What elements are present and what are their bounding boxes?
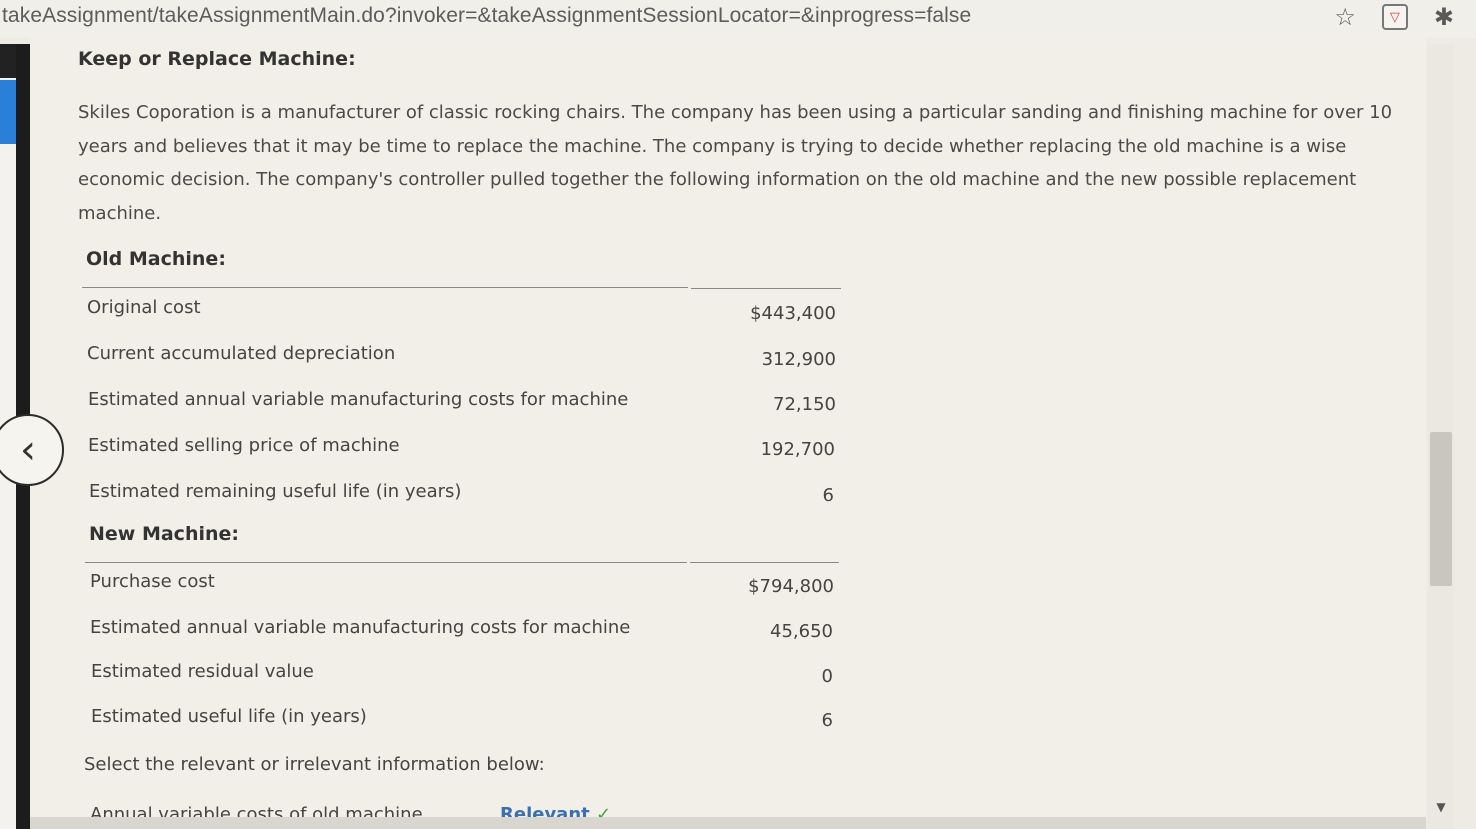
old-row-label: Original cost	[87, 297, 201, 318]
star-icon[interactable]: ☆	[1334, 4, 1356, 30]
old-row-label: Current accumulated depreciation	[87, 343, 396, 364]
browser-address-bar[interactable]: takeAssignment/takeAssignmentMain.do?inv…	[0, 0, 1476, 38]
old-row-label: Estimated remaining useful life (in year…	[89, 481, 462, 502]
extensions-icon[interactable]: ✱	[1434, 4, 1454, 30]
new-machine-title: New Machine:	[89, 523, 239, 545]
problem-description: Skiles Coporation is a manufacturer of c…	[78, 102, 1393, 224]
old-row-value: 72,150	[773, 394, 836, 415]
scroll-down-icon[interactable]: ▼	[1428, 800, 1454, 820]
old-row-label: Estimated selling price of machine	[88, 435, 400, 456]
page-title: Keep or Replace Machine:	[78, 48, 356, 70]
old-machine-value-rule	[691, 288, 841, 289]
scrollbar-thumb[interactable]	[1430, 432, 1452, 586]
old-row-value: 312,900	[761, 349, 836, 370]
new-machine-value-rule	[690, 562, 839, 563]
chevron-left-icon: ‹	[20, 427, 36, 473]
old-machine-label-rule	[82, 287, 688, 288]
old-row-label: Estimated annual variable manufacturing …	[88, 389, 629, 410]
new-row-label: Estimated annual variable manufacturing …	[90, 617, 631, 638]
new-row-label: Estimated residual value	[91, 661, 314, 682]
old-machine-title: Old Machine:	[86, 248, 226, 270]
question-prompt: Select the relevant or irrelevant inform…	[84, 754, 545, 775]
new-row-label: Estimated useful life (in years)	[91, 706, 367, 727]
old-row-value: $443,400	[750, 303, 836, 324]
new-row-value: 0	[821, 666, 833, 687]
new-row-value: 45,650	[770, 621, 833, 642]
old-row-value: 6	[822, 485, 834, 506]
new-row-value: 6	[821, 710, 833, 731]
new-row-label: Purchase cost	[90, 571, 215, 592]
old-row-value: 192,700	[760, 439, 835, 460]
new-row-value: $794,800	[748, 576, 834, 597]
bottom-bar	[30, 817, 1426, 829]
url-text[interactable]: takeAssignment/takeAssignmentMain.do?inv…	[2, 4, 971, 28]
new-machine-label-rule	[85, 562, 687, 563]
pocket-icon[interactable]: ▽	[1381, 4, 1408, 30]
assignment-content: Keep or Replace Machine: Skiles Coporati…	[30, 38, 1426, 829]
